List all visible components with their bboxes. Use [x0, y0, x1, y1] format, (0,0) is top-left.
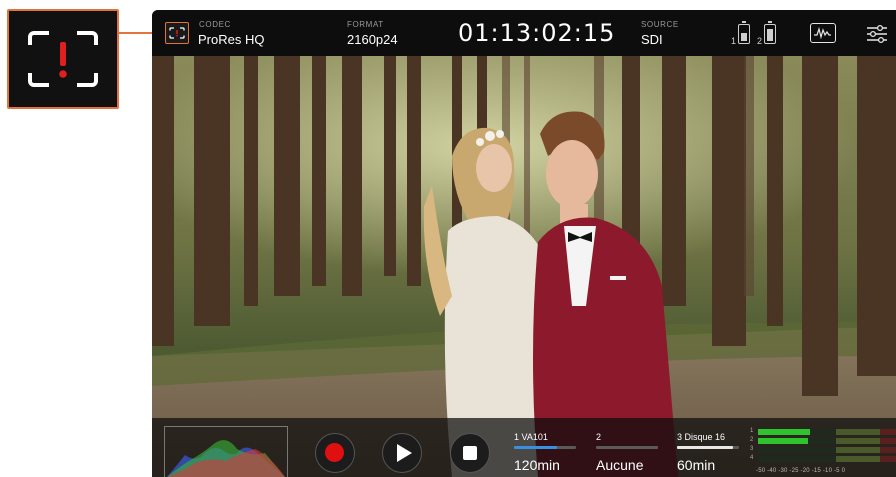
status-bar: CODEC ProRes HQ FORMAT 2160p24 01:13:02:…: [152, 10, 896, 56]
media-warning-icon[interactable]: [165, 22, 189, 44]
meter-bar-3: [758, 447, 896, 453]
record-button[interactable]: [315, 433, 355, 473]
slot-1-capacity-bar: [514, 446, 576, 449]
slot-3-capacity-bar: [677, 446, 739, 449]
play-button[interactable]: [382, 433, 422, 473]
monitor-screen: CODEC ProRes HQ FORMAT 2160p24 01:13:02:…: [152, 10, 896, 477]
audio-meters[interactable]: 1 2 3 4 -50 -40 -30 -25 -20 -15 -10 -5 0: [750, 427, 896, 477]
media-warning-callout: [7, 9, 119, 109]
scope-icon[interactable]: [810, 23, 836, 43]
battery-1-number: 1: [731, 36, 737, 46]
settings-icon[interactable]: [866, 24, 888, 49]
meter-scale: -50 -40 -30 -25 -20 -15 -10 -5 0: [756, 468, 846, 474]
slot-3-label: 3 Disque 16: [677, 432, 726, 442]
slot-2-label: 2: [596, 432, 602, 442]
source-label: SOURCE: [641, 20, 679, 29]
battery-2-icon: [764, 21, 776, 44]
meter-bar-1: [758, 429, 896, 435]
source-value[interactable]: SDI: [641, 32, 663, 47]
slot-1-remaining[interactable]: 120min: [514, 457, 560, 473]
histogram: [164, 426, 288, 477]
meter-channel-3: 3: [750, 446, 754, 452]
meter-bar-2: [758, 438, 896, 444]
bottom-hud: 1 VA101 120min 2 Aucune 3 Disque 16 60mi…: [152, 418, 896, 477]
codec-label: CODEC: [199, 20, 231, 29]
battery-2-number: 2: [757, 36, 763, 46]
format-label: FORMAT: [347, 20, 384, 29]
meter-bar-4: [758, 456, 896, 462]
meter-channel-1: 1: [750, 428, 754, 434]
format-value[interactable]: 2160p24: [347, 32, 398, 47]
slot-1-label: 1 VA101: [514, 432, 548, 442]
media-warning-icon: [23, 27, 103, 91]
slot-2-remaining[interactable]: Aucune: [596, 457, 643, 473]
meter-channel-2: 2: [750, 437, 754, 443]
codec-value[interactable]: ProRes HQ: [198, 32, 264, 47]
timecode[interactable]: 01:13:02:15: [458, 19, 615, 47]
stop-button[interactable]: [450, 433, 490, 473]
slot-2-capacity-bar: [596, 446, 658, 449]
slot-3-remaining[interactable]: 60min: [677, 457, 715, 473]
battery-1-icon: [738, 21, 750, 44]
video-preview: [152, 56, 896, 477]
meter-channel-4: 4: [750, 455, 754, 461]
